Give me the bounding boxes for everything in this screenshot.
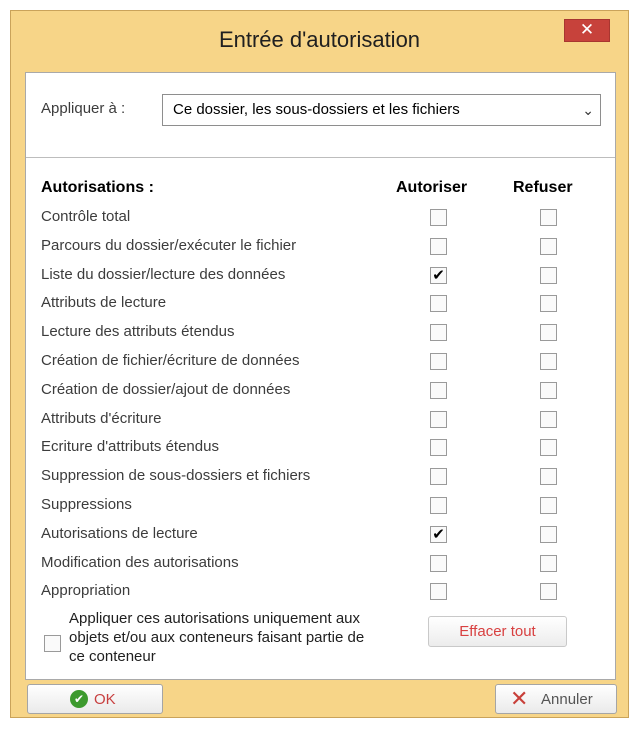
permission-label: Création de dossier/ajout de données <box>41 380 291 398</box>
apply-to-label: Appliquer à : <box>41 100 126 117</box>
permissions-header: Autorisations : <box>41 179 154 196</box>
allow-checkbox[interactable]: ✔ <box>430 525 447 543</box>
allow-checkbox[interactable] <box>430 554 447 572</box>
allow-checkbox[interactable] <box>430 583 447 601</box>
permission-label: Parcours du dossier/exécuter le fichier <box>41 236 297 254</box>
allow-checkbox[interactable] <box>430 410 447 428</box>
deny-checkbox[interactable] <box>540 295 557 313</box>
deny-checkbox[interactable] <box>540 381 557 399</box>
deny-checkbox[interactable] <box>540 554 557 572</box>
permission-row: Suppression de sous-dossiers et fichiers <box>26 462 615 490</box>
permission-label: Autorisations de lecture <box>41 524 198 542</box>
permission-row: Autorisations de lecture ✔ <box>26 520 615 548</box>
permission-row: Lecture des attributs étendus <box>26 318 615 346</box>
apply-to-select[interactable]: Ce dossier, les sous-dossiers et les fic… <box>162 94 601 126</box>
deny-checkbox[interactable] <box>540 410 557 428</box>
permission-row: Ecriture d'attributs étendus <box>26 433 615 461</box>
permission-label: Liste du dossier/lecture des données <box>41 265 286 283</box>
apply-to-row: Appliquer à : Ce dossier, les sous-dossi… <box>26 73 615 158</box>
allow-checkbox[interactable] <box>430 468 447 486</box>
permission-row: Suppressions <box>26 491 615 519</box>
allow-checkbox[interactable]: ✔ <box>430 266 447 284</box>
allow-checkbox[interactable] <box>430 439 447 457</box>
deny-column-header: Refuser <box>513 179 573 196</box>
permission-row: Contrôle total <box>26 203 615 231</box>
allow-checkbox[interactable] <box>430 295 447 313</box>
permission-row: Parcours du dossier/exécuter le fichier <box>26 232 615 260</box>
permission-label: Suppressions <box>41 496 132 513</box>
deny-checkbox[interactable] <box>540 583 557 601</box>
deny-checkbox[interactable] <box>540 209 557 226</box>
x-icon: ✕ <box>510 686 529 711</box>
deny-checkbox[interactable] <box>540 324 557 342</box>
deny-checkbox[interactable] <box>540 497 557 514</box>
apply-only-checkbox[interactable] <box>44 635 61 652</box>
allow-column-header: Autoriser <box>396 179 468 196</box>
permission-dialog: Entrée d'autorisation ✕ Appliquer à : Ce… <box>10 10 629 718</box>
allow-checkbox[interactable] <box>430 381 447 399</box>
ok-button[interactable]: ✔ OK <box>27 684 163 714</box>
permission-label: Ecriture d'attributs étendus <box>41 438 219 456</box>
apply-to-value: Ce dossier, les sous-dossiers et les fic… <box>173 101 460 118</box>
allow-checkbox[interactable] <box>430 209 447 226</box>
check-circle-icon: ✔ <box>70 690 88 708</box>
dialog-title: Entrée d'autorisation <box>218 27 421 52</box>
apply-only-label: Appliquer ces autorisations uniquement a… <box>69 610 365 665</box>
permission-label: Création de fichier/écriture de données <box>41 352 300 369</box>
permission-row: Appropriation <box>26 577 615 605</box>
content-panel: Appliquer à : Ce dossier, les sous-dossi… <box>25 72 616 680</box>
close-icon: ✕ <box>579 20 595 39</box>
clear-all-button[interactable]: Effacer tout <box>428 616 567 647</box>
deny-checkbox[interactable] <box>540 266 557 284</box>
deny-checkbox[interactable] <box>540 353 557 370</box>
permission-row: Attributs d'écriture <box>26 405 615 433</box>
deny-checkbox[interactable] <box>540 237 557 255</box>
permission-label: Attributs de lecture <box>41 294 167 312</box>
permission-label: Modification des autorisations <box>41 553 239 571</box>
allow-checkbox[interactable] <box>430 497 447 514</box>
permission-row: Modification des autorisations <box>26 549 615 577</box>
close-button[interactable]: ✕ <box>564 19 610 42</box>
deny-checkbox[interactable] <box>540 468 557 486</box>
allow-checkbox[interactable] <box>430 324 447 342</box>
cancel-label: Annuler <box>541 691 593 708</box>
cancel-button[interactable]: ✕ Annuler <box>495 684 617 714</box>
allow-checkbox[interactable] <box>430 237 447 255</box>
permission-label: Appropriation <box>41 582 131 600</box>
permission-label: Contrôle total <box>41 208 131 225</box>
permission-label: Lecture des attributs étendus <box>41 323 235 341</box>
permission-label: Attributs d'écriture <box>41 409 162 427</box>
ok-label: OK <box>94 691 116 708</box>
permission-row: Attributs de lecture <box>26 289 615 317</box>
permission-row: Création de fichier/écriture de données <box>26 347 615 375</box>
allow-checkbox[interactable] <box>430 353 447 370</box>
permission-row: Création de dossier/ajout de données <box>26 376 615 404</box>
permission-row: Liste du dossier/lecture des données ✔ <box>26 261 615 289</box>
permission-label: Suppression de sous-dossiers et fichiers <box>41 467 311 485</box>
deny-checkbox[interactable] <box>540 439 557 457</box>
deny-checkbox[interactable] <box>540 525 557 543</box>
title-bar: Entrée d'autorisation ✕ <box>11 11 628 71</box>
chevron-down-icon: ⌄ <box>582 102 594 118</box>
